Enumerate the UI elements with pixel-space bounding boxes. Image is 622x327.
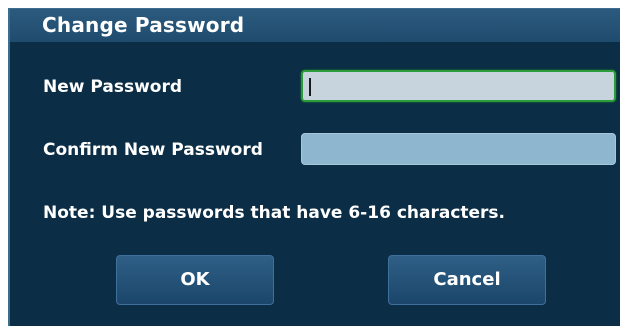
new-password-field[interactable] [301,70,616,102]
ok-button[interactable]: OK [116,255,274,305]
confirm-password-label: Confirm New Password [43,140,263,160]
password-note: Note: Use passwords that have 6-16 chara… [43,203,506,223]
change-password-dialog: Change Password New Password Confirm New… [8,8,620,326]
new-password-label: New Password [43,77,183,97]
cancel-button[interactable]: Cancel [388,255,546,305]
dialog-titlebar: Change Password [10,9,620,42]
confirm-password-field[interactable] [301,133,616,165]
confirm-password-input[interactable] [302,134,615,164]
dialog-title: Change Password [42,13,245,37]
new-password-input[interactable] [303,72,614,100]
